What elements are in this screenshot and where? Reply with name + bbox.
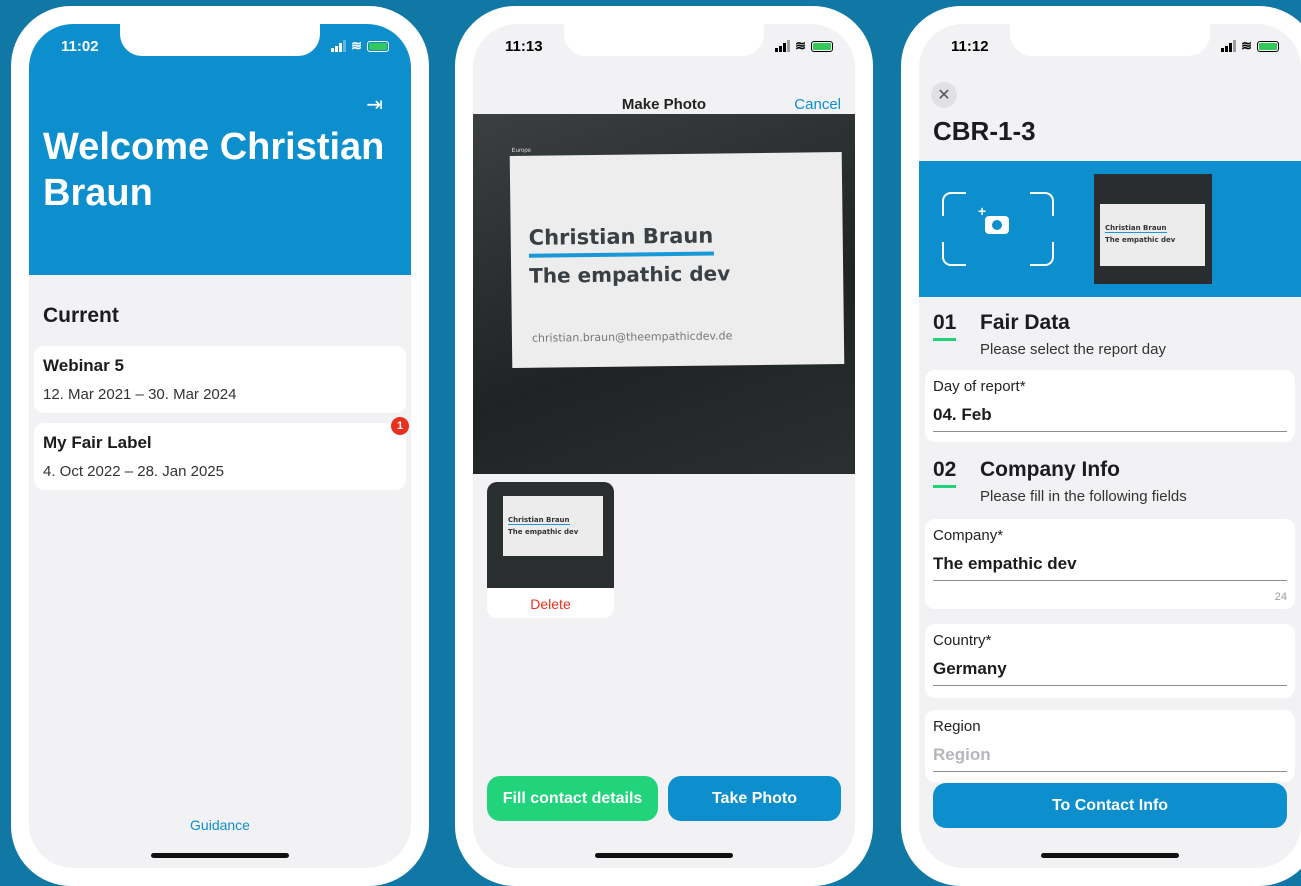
welcome-title: Welcome Christian Braun (43, 126, 385, 214)
event-dates: 4. Oct 2022 – 28. Jan 2025 (43, 463, 224, 480)
mini-card: Christian Braun The empathic dev (1100, 204, 1205, 266)
step-subtitle: Please fill in the following fields (980, 488, 1187, 505)
event-card-fair-label[interactable]: My Fair Label 4. Oct 2022 – 28. Jan 2025… (34, 417, 409, 490)
fill-contact-details-button[interactable]: Fill contact details (487, 776, 658, 821)
step-title: Company Info (980, 458, 1120, 481)
day-of-report-field[interactable]: Day of report* 04. Feb (925, 370, 1295, 442)
character-counter: 24 (1274, 591, 1287, 603)
notification-badge: 1 (391, 417, 409, 435)
delete-button[interactable]: Delete (487, 596, 614, 612)
section-title: Current (43, 304, 119, 327)
status-icons: ≋ (775, 38, 833, 54)
photo-thumbnail[interactable]: Christian Braun The empathic dev Delete (487, 482, 614, 618)
status-icons: ≋ (331, 38, 389, 54)
status-bar: 11:02 ≋ (29, 36, 411, 60)
phone-make-photo: 11:13 ≋ Make Photo Cancel Europe Christi… (455, 6, 873, 886)
to-contact-info-button[interactable]: To Contact Info (933, 783, 1287, 828)
card-email: christian.braun@theempathicdev.de (531, 329, 733, 345)
welcome-header: ⇥ Welcome Christian Braun (29, 24, 411, 275)
logout-icon[interactable]: ⇥ (366, 92, 383, 117)
status-icons: ≋ (1221, 38, 1279, 54)
event-name: My Fair Label (43, 433, 152, 452)
add-camera-icon (978, 203, 1009, 234)
phone-welcome: ⇥ Welcome Christian Braun 11:02 ≋ Curren… (11, 6, 429, 886)
battery-icon (1257, 40, 1279, 52)
status-time: 11:13 (505, 38, 543, 55)
signal-icon (1221, 40, 1237, 52)
signal-icon (775, 40, 791, 52)
field-label: Region (933, 718, 981, 735)
home-indicator (151, 853, 289, 858)
mini-card-name: Christian Braun (508, 516, 570, 525)
field-label: Company* (933, 527, 1004, 544)
mini-card: Christian Braun The empathic dev (503, 496, 603, 556)
scan-button[interactable] (942, 192, 1054, 266)
camera-preview[interactable]: Europe Christian Braun The empathic dev … (473, 114, 855, 474)
company-field[interactable]: Company* The empathic dev 24 (925, 519, 1295, 609)
field-label: Day of report* (933, 378, 1026, 395)
step-title: Fair Data (980, 311, 1070, 334)
battery-icon (367, 40, 389, 52)
field-label: Country* (933, 632, 992, 649)
company-input[interactable]: The empathic dev (933, 554, 1287, 581)
business-card-photo: Europe Christian Braun The empathic dev … (509, 148, 845, 369)
phone-report-form: 11:12 ≋ ✕ CBR-1-3 Christian Braun The em… (901, 6, 1301, 886)
photo-banner: Christian Braun The empathic dev (919, 161, 1301, 297)
step-number: 02 (933, 458, 957, 488)
field-value[interactable]: 04. Feb (933, 405, 1287, 432)
step-subtitle: Please select the report day (980, 341, 1166, 358)
home-indicator (1041, 853, 1179, 858)
wifi-icon: ≋ (1241, 38, 1252, 53)
captured-photo[interactable]: Christian Braun The empathic dev (1094, 174, 1212, 284)
event-card-webinar[interactable]: Webinar 5 12. Mar 2021 – 30. Mar 2024 (34, 346, 406, 413)
step-number: 01 (933, 311, 957, 341)
event-name: Webinar 5 (43, 356, 124, 375)
mini-card-subtitle: The empathic dev (508, 528, 579, 536)
mini-card-subtitle: The empathic dev (1105, 236, 1176, 244)
make-photo-screen: 11:13 ≋ Make Photo Cancel Europe Christi… (473, 24, 855, 868)
card-small-text: Europe (511, 147, 532, 155)
guidance-link[interactable]: Guidance (29, 817, 411, 833)
region-input[interactable]: Region (933, 745, 1287, 772)
signal-icon (331, 40, 347, 52)
welcome-screen: ⇥ Welcome Christian Braun 11:02 ≋ Curren… (29, 24, 411, 868)
status-bar: 11:12 ≋ (919, 36, 1301, 60)
cancel-button[interactable]: Cancel (794, 96, 841, 113)
battery-icon (811, 40, 833, 52)
wifi-icon: ≋ (795, 38, 806, 53)
page-title: CBR-1-3 (933, 116, 1036, 146)
country-input[interactable]: Germany (933, 659, 1287, 686)
take-photo-button[interactable]: Take Photo (668, 776, 841, 821)
region-field[interactable]: Region Region (925, 710, 1295, 782)
event-dates: 12. Mar 2021 – 30. Mar 2024 (43, 386, 237, 403)
thumbnail-image: Christian Braun The empathic dev (487, 482, 614, 588)
mini-card-name: Christian Braun (1105, 224, 1167, 233)
status-bar: 11:13 ≋ (473, 36, 855, 60)
close-icon[interactable]: ✕ (931, 82, 957, 108)
home-indicator (595, 853, 733, 858)
wifi-icon: ≋ (351, 38, 362, 53)
status-time: 11:02 (61, 38, 99, 55)
card-name: Christian Braun (528, 223, 714, 250)
report-form-screen: 11:12 ≋ ✕ CBR-1-3 Christian Braun The em… (919, 24, 1301, 868)
status-time: 11:12 (951, 38, 989, 55)
card-subtitle: The empathic dev (529, 261, 731, 288)
country-field[interactable]: Country* Germany (925, 624, 1295, 698)
